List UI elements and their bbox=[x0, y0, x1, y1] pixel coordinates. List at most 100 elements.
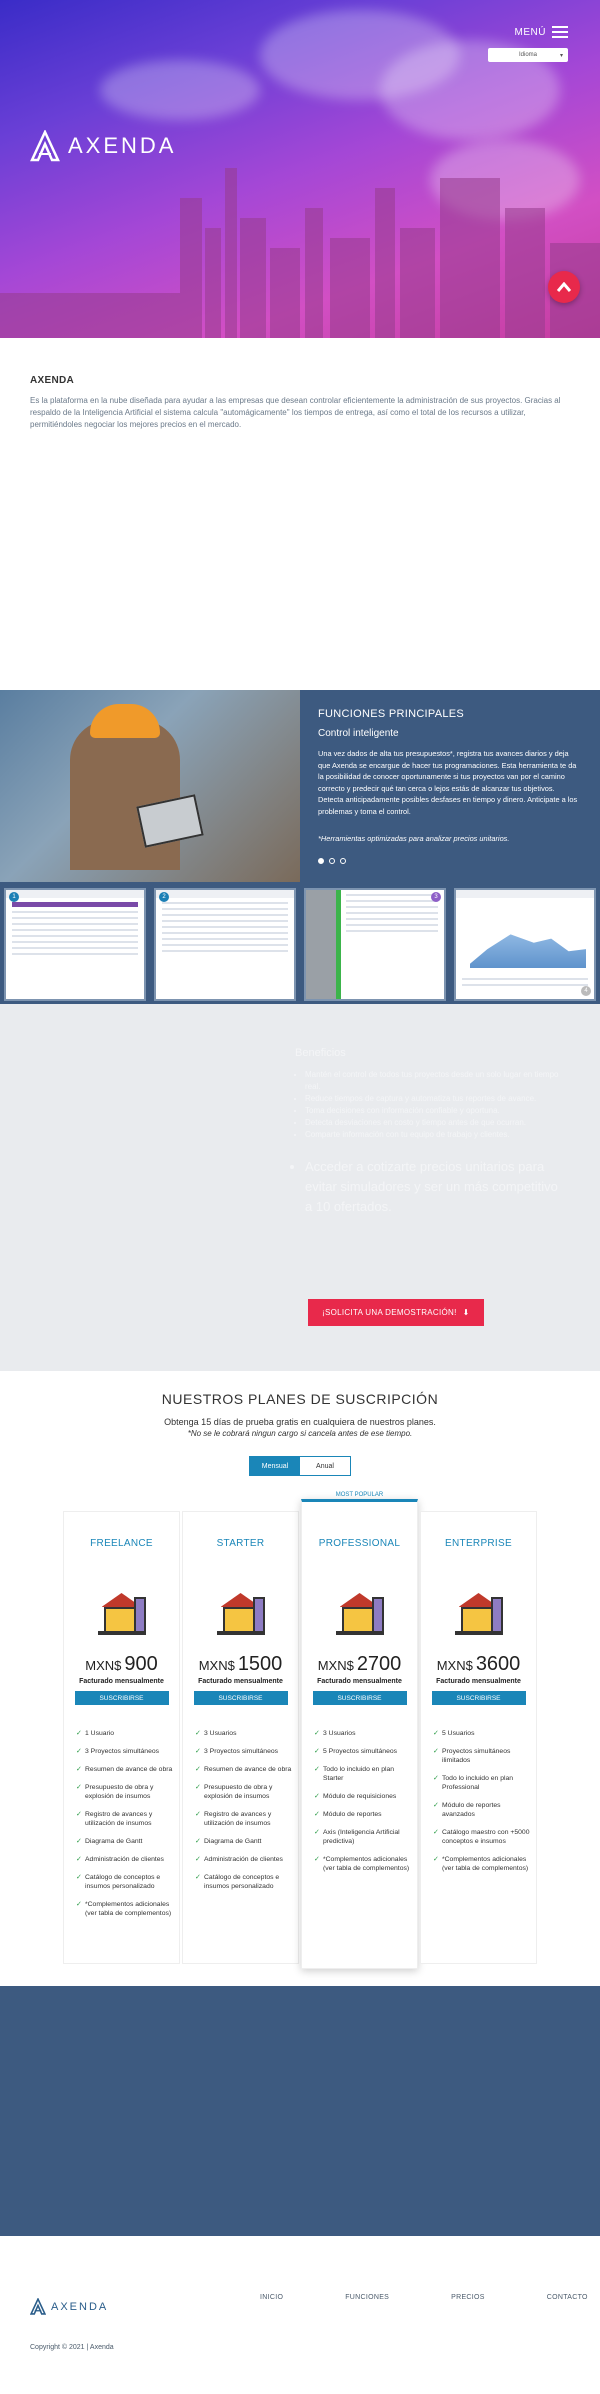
benefits-text: Beneficios Mantén el control de todos tu… bbox=[295, 1047, 565, 1217]
plan-name: PROFESSIONAL bbox=[318, 1538, 401, 1549]
feature-item: Catálogo de conceptos e insumos personal… bbox=[195, 1873, 298, 1891]
feature-item: Axis (Inteligencia Artificial predictiva… bbox=[314, 1828, 417, 1846]
thumbnail-avance[interactable]: 2 bbox=[154, 888, 296, 1001]
footer-link-precios[interactable]: PRECIOS bbox=[451, 2294, 485, 2301]
features-section: FUNCIONES PRINCIPALES Control inteligent… bbox=[0, 690, 600, 1004]
carousel-dot[interactable] bbox=[329, 857, 335, 864]
plan-price: MXN$ 900 bbox=[64, 1653, 179, 1676]
plan-price: MXN$ 1500 bbox=[183, 1653, 298, 1676]
language-select[interactable]: Idioma ▾ bbox=[488, 48, 568, 62]
menu-toggle[interactable]: MENÚ bbox=[515, 26, 568, 38]
plan-card-enterprise: ENTERPRISE MXN$ 3600 Facturado mensualmen… bbox=[420, 1511, 537, 1964]
request-demo-button[interactable]: ¡SOLICITA UNA DEMOSTRACIÓN! ⬇ bbox=[308, 1299, 484, 1326]
feature-list: 5 Usuarios Proyectos simultáneos ilimita… bbox=[433, 1729, 536, 1873]
currency: MXN$ bbox=[317, 1658, 354, 1673]
subscribe-button[interactable]: SUSCRIBIRSE bbox=[74, 1691, 169, 1705]
features-text: FUNCIONES PRINCIPALES Control inteligent… bbox=[318, 708, 580, 864]
price-value: 3600 bbox=[475, 1653, 521, 1675]
subscribe-button[interactable]: SUSCRIBIRSE bbox=[431, 1691, 526, 1705]
carousel-dot[interactable] bbox=[340, 857, 346, 864]
logo-text: AXENDA bbox=[68, 133, 177, 158]
feature-item: Administración de clientes bbox=[76, 1855, 179, 1864]
currency: MXN$ bbox=[85, 1658, 122, 1673]
features-note: *Herramientas optimizadas para analizar … bbox=[318, 833, 510, 843]
download-icon: ⬇ bbox=[462, 1308, 470, 1317]
thumbnail-presupuestos[interactable]: 1 bbox=[4, 888, 146, 1001]
thumbnail-gantt[interactable]: 3 bbox=[304, 888, 446, 1001]
footer-logo-text: AXENDA bbox=[51, 2300, 109, 2313]
feature-item: 3 Proyectos simultáneos bbox=[76, 1747, 179, 1756]
features-heading: FUNCIONES PRINCIPALES bbox=[318, 708, 465, 720]
feature-item: 5 Proyectos simultáneos bbox=[314, 1747, 417, 1756]
carousel-dots bbox=[318, 857, 580, 864]
feature-list: 3 Usuarios 5 Proyectos simultáneos Todo … bbox=[314, 1729, 417, 1873]
house-icon bbox=[335, 1593, 384, 1635]
feature-item: Resumen de avance de obra bbox=[195, 1765, 298, 1774]
plan-price: MXN$ 3600 bbox=[421, 1653, 536, 1676]
intro-description: Es la plataforma en la nube diseñada par… bbox=[30, 396, 561, 429]
feature-list: 3 Usuarios 3 Proyectos simultáneos Resum… bbox=[195, 1729, 298, 1891]
axenda-logo-icon bbox=[30, 130, 60, 162]
feature-item: Registro de avances y utilización de ins… bbox=[195, 1810, 298, 1828]
benefit-item: Detecta desviaciones en costo y tiempo a… bbox=[305, 1117, 565, 1129]
footer-link-contacto[interactable]: CONTACTO bbox=[547, 2294, 588, 2301]
subscribe-button[interactable]: SUSCRIBIRSE bbox=[193, 1691, 288, 1705]
feature-item: *Complementos adicionales (ver tabla de … bbox=[314, 1855, 417, 1873]
feature-item: Módulo de reportes avanzados bbox=[433, 1801, 536, 1819]
plan-price: MXN$ 2700 bbox=[302, 1653, 417, 1676]
footer-link-funciones[interactable]: FUNCIONES bbox=[345, 2294, 389, 2301]
feature-item: Catálogo maestro con +5000 conceptos e i… bbox=[433, 1828, 536, 1846]
scroll-top-button[interactable] bbox=[548, 271, 580, 303]
benefit-item: Mantén el control de todos tus proyectos… bbox=[305, 1069, 565, 1093]
feature-item: Presupuesto de obra y explosión de insum… bbox=[76, 1783, 179, 1801]
feature-item: 3 Usuarios bbox=[314, 1729, 417, 1738]
billing-note: Facturado mensualmente bbox=[317, 1678, 402, 1685]
benefit-highlight: Acceder a cotizarte precios unitarios pa… bbox=[305, 1157, 565, 1217]
chevron-down-icon: ▾ bbox=[559, 52, 563, 59]
subscribe-button[interactable]: SUSCRIBIRSE bbox=[312, 1691, 407, 1705]
currency: MXN$ bbox=[436, 1658, 473, 1673]
toggle-monthly[interactable]: Mensual bbox=[250, 1457, 300, 1475]
features-body: Una vez dados de alta tus presupuestos*,… bbox=[318, 749, 578, 816]
plan-card-professional: MOST POPULAR PROFESSIONAL MXN$ 2700 Factu… bbox=[301, 1492, 418, 1969]
feature-item: Módulo de reportes bbox=[314, 1810, 417, 1819]
plans-section: NUESTROS PLANES DE SUSCRIPCIÓN Obtenga 1… bbox=[0, 1371, 600, 1986]
feature-item: Administración de clientes bbox=[195, 1855, 298, 1864]
axenda-logo-icon bbox=[30, 2298, 46, 2315]
price-value: 900 bbox=[124, 1653, 158, 1675]
thumbnail-reportes[interactable]: 4 bbox=[454, 888, 596, 1001]
plans-title: NUESTROS PLANES DE SUSCRIPCIÓN bbox=[161, 1391, 439, 1407]
benefit-item: Toma decisiones con información confiabl… bbox=[305, 1105, 565, 1117]
hero-logo[interactable]: AXENDA bbox=[30, 130, 176, 162]
feature-item: Presupuesto de obra y explosión de insum… bbox=[195, 1783, 298, 1801]
footer-logo[interactable]: AXENDA bbox=[30, 2298, 108, 2315]
feature-list: 1 Usuario 3 Proyectos simultáneos Resume… bbox=[76, 1729, 179, 1918]
intro-section: AXENDA Es la plataforma en la nube diseñ… bbox=[0, 338, 600, 690]
hamburger-icon bbox=[552, 26, 568, 38]
house-icon bbox=[454, 1593, 503, 1635]
toggle-annual[interactable]: Anual bbox=[300, 1457, 350, 1475]
feature-item: Diagrama de Gantt bbox=[76, 1837, 179, 1846]
footer-nav: INICIO FUNCIONES PRECIOS CONTACTO bbox=[260, 2294, 588, 2301]
language-selected: Idioma bbox=[518, 52, 537, 58]
feature-item: Catálogo de conceptos e insumos personal… bbox=[76, 1873, 179, 1891]
plan-name: STARTER bbox=[216, 1538, 265, 1549]
trial-text: Obtenga 15 días de prueba gratis en cual… bbox=[164, 1417, 436, 1427]
benefit-item: Comparte información con tu equipo de tr… bbox=[305, 1129, 565, 1141]
feature-item: Módulo de requisiciones bbox=[314, 1792, 417, 1801]
plan-card-freelance: FREELANCE MXN$ 900 Facturado mensualmente… bbox=[63, 1511, 180, 1964]
features-subheading: Control inteligente bbox=[318, 728, 399, 739]
feature-item: Proyectos simultáneos ilimitados bbox=[433, 1747, 536, 1765]
price-value: 1500 bbox=[237, 1653, 283, 1675]
house-icon bbox=[216, 1593, 265, 1635]
feature-item: 5 Usuarios bbox=[433, 1729, 536, 1738]
footer-link-inicio[interactable]: INICIO bbox=[260, 2294, 283, 2301]
feature-item: 1 Usuario bbox=[76, 1729, 179, 1738]
feature-item: Diagrama de Gantt bbox=[195, 1837, 298, 1846]
carousel-dot[interactable] bbox=[318, 857, 324, 864]
thumbnail-badge: 2 bbox=[159, 892, 169, 902]
most-popular-label: MOST POPULAR bbox=[335, 1492, 384, 1498]
benefits-heading: Beneficios bbox=[295, 1047, 346, 1059]
thumbnail-badge: 1 bbox=[9, 892, 19, 902]
feature-item: *Complementos adicionales (ver tabla de … bbox=[76, 1900, 179, 1918]
